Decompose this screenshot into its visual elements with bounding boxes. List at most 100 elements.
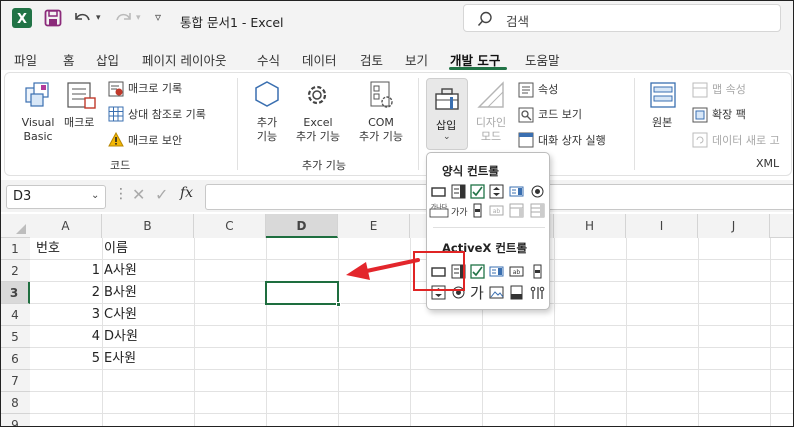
excel-addins-button[interactable]: Excel 추가 기능	[290, 116, 346, 144]
tab-formulas[interactable]: 수식	[257, 50, 280, 69]
customize-qat-button[interactable]: ▿	[155, 10, 161, 24]
label-form-control-icon[interactable]: 가가	[451, 205, 468, 218]
cell-a2[interactable]: 1	[30, 260, 100, 282]
gridline	[30, 369, 794, 370]
form-controls-title: 양식 컨트롤	[442, 164, 499, 178]
search-box[interactable]: 검색	[463, 4, 781, 32]
com-addins-icon	[370, 81, 393, 108]
row-header-9[interactable]: 9	[0, 414, 30, 427]
row-header-5[interactable]: 5	[0, 326, 30, 348]
column-header-d[interactable]: D	[266, 214, 338, 238]
tab-file[interactable]: 파일	[14, 50, 37, 69]
row-header-1[interactable]: 1	[0, 238, 30, 260]
cell-b6[interactable]: E사원	[104, 348, 136, 370]
chevron-down-icon[interactable]: ⌄	[91, 190, 99, 201]
more-controls-activex-icon[interactable]	[530, 285, 545, 300]
com-addins-button[interactable]: COM 추가 기능	[352, 116, 410, 144]
svg-text:ab: ab	[493, 208, 501, 215]
tab-insert[interactable]: 삽입	[96, 50, 119, 69]
row-header-4[interactable]: 4	[0, 304, 30, 326]
checkbox-form-control-icon[interactable]	[470, 184, 485, 199]
column-header-h[interactable]: H	[554, 214, 626, 238]
gridline	[30, 413, 794, 414]
group-box-sample-text: 가나다	[431, 203, 448, 211]
tab-home[interactable]: 홈	[63, 50, 75, 69]
xml-source-button[interactable]: 원본	[652, 116, 672, 130]
gridline	[30, 347, 794, 348]
macro-button[interactable]: 매크로	[64, 116, 94, 130]
insert-function-button[interactable]: fx	[180, 185, 193, 201]
design-mode-label-line2: 모드	[480, 130, 502, 143]
cell-a4[interactable]: 3	[30, 304, 100, 326]
column-header-j[interactable]: J	[698, 214, 770, 238]
row-header-8[interactable]: 8	[0, 392, 30, 414]
selected-cell-d3[interactable]	[265, 281, 341, 307]
group-box-form-control-icon[interactable]: 가나다	[429, 203, 449, 218]
visual-basic-label-line1: Visual	[21, 116, 55, 129]
toggle-button-activex-icon[interactable]	[509, 285, 524, 300]
column-header-c[interactable]: C	[194, 214, 266, 238]
column-header-a[interactable]: A	[30, 214, 102, 238]
column-header-i[interactable]: I	[626, 214, 698, 238]
listbox-activex-icon[interactable]	[489, 264, 504, 279]
option-button-form-control-icon[interactable]	[530, 184, 545, 199]
cell-b5[interactable]: D사원	[104, 326, 138, 348]
cell-b1[interactable]: 이름	[104, 238, 128, 260]
tab-review[interactable]: 검토	[360, 50, 383, 69]
checkbox-activex-icon[interactable]	[470, 264, 485, 279]
addins-button[interactable]: 추가 기능	[248, 116, 286, 144]
select-all-button[interactable]	[14, 222, 28, 236]
textbox-activex-icon[interactable]: ab	[509, 264, 524, 279]
scrollbar-form-control-icon[interactable]	[470, 203, 485, 218]
cell-b3[interactable]: B사원	[104, 282, 137, 304]
row-header-2[interactable]: 2	[0, 260, 30, 282]
button-form-control-icon[interactable]	[431, 184, 446, 199]
expansion-packs-button[interactable]: 확장 팩	[712, 108, 746, 122]
relative-reference-button[interactable]: 상대 참조로 기록	[128, 108, 206, 122]
column-header-b[interactable]: B	[102, 214, 194, 238]
scrollbar-activex-icon[interactable]	[530, 264, 545, 279]
save-icon[interactable]	[44, 9, 62, 27]
gridline	[338, 238, 339, 427]
gridline	[30, 325, 794, 326]
undo-dropdown-icon[interactable]: ▾	[96, 13, 101, 23]
cell-a1[interactable]: 번호	[36, 238, 60, 260]
menu-divider	[433, 227, 545, 228]
row-header-7[interactable]: 7	[0, 370, 30, 392]
tab-help[interactable]: 도움말	[525, 50, 560, 69]
label-activex-icon[interactable]: 가	[470, 282, 484, 303]
undo-icon[interactable]	[72, 9, 94, 27]
cell-b2[interactable]: A사원	[104, 260, 137, 282]
row-header-6[interactable]: 6	[0, 348, 30, 370]
gridline	[30, 391, 794, 392]
spin-button-form-control-icon[interactable]	[489, 184, 504, 199]
visual-basic-button[interactable]: Visual Basic	[16, 116, 60, 144]
more-options-icon[interactable]: ⋮	[114, 186, 128, 202]
tab-view[interactable]: 보기	[405, 50, 428, 69]
cell-a5[interactable]: 4	[30, 326, 100, 348]
name-box[interactable]: D3 ⌄	[6, 185, 106, 209]
gridline	[266, 238, 267, 427]
listbox-form-control-icon[interactable]	[509, 184, 524, 199]
refresh-data-button: 데이터 새로 고	[712, 134, 780, 147]
properties-button[interactable]: 속성	[538, 83, 558, 97]
insert-control-button[interactable]: 삽입 ⌄	[426, 78, 468, 150]
macro-security-button[interactable]: 매크로 보안	[128, 134, 182, 148]
tab-page-layout[interactable]: 페이지 레이아웃	[142, 50, 226, 69]
cell-a6[interactable]: 5	[30, 348, 100, 370]
cell-a3[interactable]: 2	[30, 282, 100, 304]
row-header-3[interactable]: 3	[0, 282, 30, 304]
search-icon	[477, 11, 492, 26]
fill-handle[interactable]	[336, 302, 341, 307]
cancel-icon: ✕	[132, 185, 146, 204]
cell-b4[interactable]: C사원	[104, 304, 137, 326]
image-activex-icon[interactable]	[489, 285, 504, 300]
combobox-form-control-icon[interactable]	[451, 184, 466, 199]
record-macro-button[interactable]: 매크로 기록	[128, 82, 182, 96]
tab-data[interactable]: 데이터	[302, 50, 337, 69]
run-dialog-button[interactable]: 대화 상자 실행	[538, 134, 606, 148]
column-header-e[interactable]: E	[338, 214, 410, 238]
redo-icon	[116, 13, 131, 21]
view-code-button[interactable]: 코드 보기	[538, 108, 582, 122]
name-box-value: D3	[13, 189, 32, 204]
